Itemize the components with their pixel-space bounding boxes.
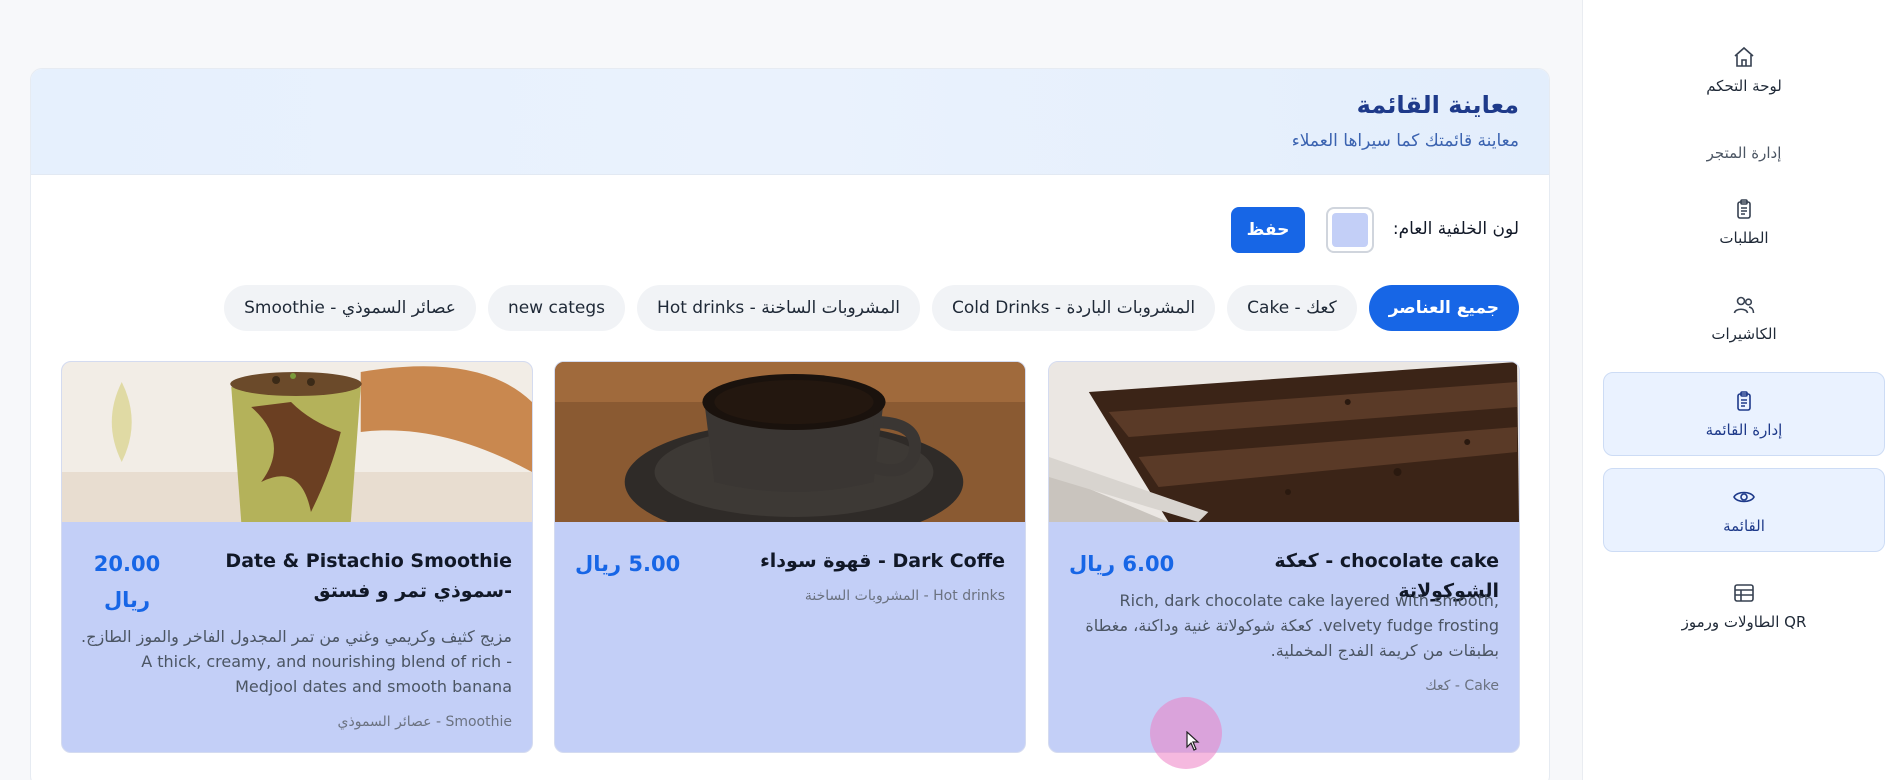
sidebar-item-label: القائمة [1723,517,1765,535]
sidebar-item-cashiers[interactable]: الكاشيرات [1603,276,1885,360]
category-chip[interactable]: Hot drinks - المشروبات الساخنة [637,285,921,331]
clipboard-icon [1737,391,1751,411]
item-price: 5.00 ريال [575,552,681,576]
sidebar-item-dashboard[interactable]: لوحة التحكم [1603,28,1885,112]
menu-item-card[interactable]: chocolate cake - كعكة الشوكولاتة 6.00 ري… [1048,361,1520,753]
sidebar-item-menu-management[interactable]: إدارة القائمة [1603,372,1885,456]
item-category: Hot drinks - المشروبات الساخنة [804,588,1005,604]
category-chip[interactable]: Cold Drinks - المشروبات الباردة [932,285,1216,331]
color-swatch [1332,213,1368,247]
sidebar-item-label: إدارة القائمة [1705,421,1783,439]
category-filter: جميع العناصر Cake - كعك Cold Drinks - ال… [224,285,1519,331]
sidebar: لوحة التحكم إدارة المتجر الطلبات الكاشير… [1582,0,1900,780]
sidebar-item-label: الكاشيرات [1711,325,1777,343]
item-price: 6.00 ريال [1069,552,1175,576]
category-chip[interactable]: جميع العناصر [1368,285,1519,331]
mouse-cursor-icon [1186,731,1200,751]
home-icon [1734,46,1754,67]
sidebar-item-menu[interactable]: القائمة [1603,468,1885,552]
table-icon [1734,584,1754,602]
sidebar-section-store: إدارة المتجر [1706,144,1782,162]
item-category: Cake - كعك [1425,678,1499,694]
sidebar-item-orders[interactable]: الطلبات [1603,180,1885,264]
item-name: Dark Coffe - قهوة سوداء [760,550,1005,572]
background-color-picker[interactable] [1326,207,1374,253]
page-title: معاينة القائمة [1356,91,1519,119]
item-description: Rich, dark chocolate cake layered with s… [1085,591,1499,660]
item-description: مزيج كثيف وكريمي وغني من تمر المجدول الف… [81,627,512,696]
category-chip[interactable]: new categs [487,285,626,331]
users-icon [1733,296,1755,314]
menu-item-card[interactable]: Date & Pistachio Smoothie -سموذي تمر و ف… [61,361,533,753]
item-image [1049,362,1519,522]
menu-preview-panel: معاينة القائمة معاينة قائمتك كما سيراها … [30,68,1550,780]
category-chip[interactable]: Smoothie - عصائر السموذي [224,285,476,331]
item-category: Smoothie - عصائر السموذي [337,714,512,730]
sidebar-item-label: الطاولات ورموز QR [1681,613,1807,631]
item-image [555,362,1025,522]
panel-header: معاينة القائمة معاينة قائمتك كما سيراها … [31,69,1549,175]
background-color-label: لون الخلفية العام: [1392,219,1519,239]
item-image [62,362,532,522]
page-subtitle: معاينة قائمتك كما سيراها العملاء [1291,131,1519,151]
menu-item-card[interactable]: Dark Coffe - قهوة سوداء 5.00 ريال Hot dr… [554,361,1026,753]
sidebar-item-label: لوحة التحكم [1706,77,1782,95]
eye-icon [1733,491,1755,503]
sidebar-item-label: الطلبات [1719,229,1769,247]
clipboard-icon [1737,199,1751,219]
item-name: Date & Pistachio Smoothie -سموذي تمر و ف… [225,550,512,602]
sidebar-item-tables-qr[interactable]: الطاولات ورموز QR [1603,564,1885,648]
item-price: 20.00 ريال [93,552,161,612]
category-chip[interactable]: Cake - كعك [1227,285,1357,331]
save-button[interactable]: حفظ [1231,207,1305,253]
